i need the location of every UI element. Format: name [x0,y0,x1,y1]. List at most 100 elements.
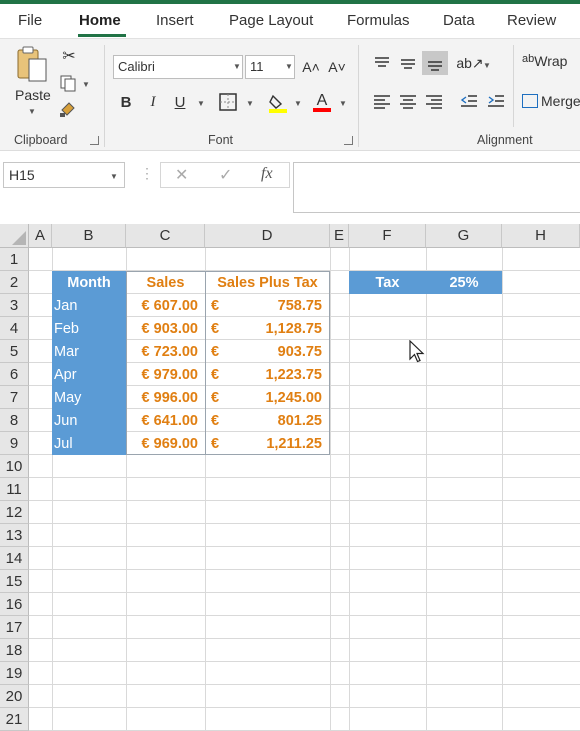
shrink-font-icon[interactable]: A˅ [326,57,348,77]
row-header-20[interactable]: 20 [0,685,29,708]
cell-sales[interactable]: € 641.00 [126,409,205,432]
row-header-3[interactable]: 3 [0,294,29,317]
tab-page-layout[interactable]: Page Layout [229,12,313,29]
align-left-icon[interactable] [372,91,392,111]
row-header-15[interactable]: 15 [0,570,29,593]
row-header-4[interactable]: 4 [0,317,29,340]
font-color-dropdown-icon[interactable]: ▼ [339,99,347,108]
tax-value[interactable]: 25% [426,271,502,294]
orientation-icon[interactable]: ab↗ [456,52,483,74]
row-header-13[interactable]: 13 [0,524,29,547]
column-header-a[interactable]: A [29,224,52,248]
row-header-10[interactable]: 10 [0,455,29,478]
format-painter-icon[interactable] [58,99,78,119]
fill-color-dropdown-icon[interactable]: ▼ [294,99,302,108]
cell-sales-plus-tax[interactable]: 903.75 [225,340,330,363]
copy-icon[interactable] [58,73,78,93]
tab-home[interactable]: Home [79,12,121,29]
options-dots-icon[interactable]: ⋮ [140,165,154,182]
tab-data[interactable]: Data [443,12,475,29]
paste-label[interactable]: Paste [15,87,51,103]
cell-currency-symbol[interactable]: € [205,386,225,409]
cell-currency-symbol[interactable]: € [205,294,225,317]
cell-sales[interactable]: € 607.00 [126,294,205,317]
row-header-8[interactable]: 8 [0,409,29,432]
tab-formulas[interactable]: Formulas [347,12,410,29]
select-all-corner[interactable] [0,224,29,248]
tab-review[interactable]: Review [507,12,556,29]
column-header-e[interactable]: E [330,224,349,248]
align-top-icon[interactable] [372,53,392,73]
name-box-dropdown-icon[interactable]: ▼ [110,172,118,181]
font-color-icon[interactable]: A [310,89,334,115]
table-header-month[interactable]: Month [52,271,126,294]
cell-sales[interactable]: € 723.00 [126,340,205,363]
grow-font-icon[interactable]: A˄ [300,57,322,77]
cell-month[interactable]: May [52,386,126,409]
paste-button[interactable] [14,45,50,85]
row-header-11[interactable]: 11 [0,478,29,501]
cell-month[interactable]: Feb [52,317,126,340]
column-header-h[interactable]: H [502,224,580,248]
copy-dropdown-icon[interactable]: ▼ [82,80,90,89]
cancel-icon[interactable]: ✕ [175,165,188,185]
cell-month[interactable]: Mar [52,340,126,363]
row-header-19[interactable]: 19 [0,662,29,685]
cell-currency-symbol[interactable]: € [205,432,225,455]
cell-sales[interactable]: € 969.00 [126,432,205,455]
table-header-sales-plus-tax[interactable]: Sales Plus Tax [205,271,330,294]
enter-icon[interactable]: ✓ [219,165,232,185]
font-size-dropdown-icon[interactable]: ▼ [285,62,293,71]
borders-icon[interactable] [218,92,238,112]
row-header-14[interactable]: 14 [0,547,29,570]
align-middle-icon[interactable] [398,53,418,73]
row-header-1[interactable]: 1 [0,248,29,271]
align-right-icon[interactable] [424,91,444,111]
row-header-5[interactable]: 5 [0,340,29,363]
cell-currency-symbol[interactable]: € [205,317,225,340]
cell-month[interactable]: Apr [52,363,126,386]
cell-month[interactable]: Jan [52,294,126,317]
wrap-text-button[interactable]: abWrap [522,53,567,69]
cell-sales[interactable]: € 979.00 [126,363,205,386]
column-header-d[interactable]: D [205,224,330,248]
row-header-12[interactable]: 12 [0,501,29,524]
paste-dropdown-icon[interactable]: ▼ [28,107,36,116]
align-center-icon[interactable] [398,91,418,111]
formula-input[interactable] [293,162,580,213]
column-header-c[interactable]: C [126,224,205,248]
tab-insert[interactable]: Insert [156,12,194,29]
cell-sales-plus-tax[interactable]: 801.25 [225,409,330,432]
row-header-6[interactable]: 6 [0,363,29,386]
cell-sales-plus-tax[interactable]: 1,245.00 [225,386,330,409]
cell-currency-symbol[interactable]: € [205,340,225,363]
cell-month[interactable]: Jun [52,409,126,432]
merge-button[interactable]: Merge [522,93,580,109]
cell-sales-plus-tax[interactable]: 1,128.75 [225,317,330,340]
increase-indent-icon[interactable] [486,91,506,111]
cut-icon[interactable]: ✂ [60,47,78,65]
cell-currency-symbol[interactable]: € [205,363,225,386]
cell-sales-plus-tax[interactable]: 1,223.75 [225,363,330,386]
orientation-dropdown-icon[interactable]: ▼ [483,61,491,70]
table-header-sales[interactable]: Sales [126,271,205,294]
insert-function-icon[interactable]: fx [261,165,273,183]
row-header-2[interactable]: 2 [0,271,29,294]
cell-month[interactable]: Jul [52,432,126,455]
row-header-16[interactable]: 16 [0,593,29,616]
font-name-dropdown-icon[interactable]: ▼ [233,62,241,71]
row-header-9[interactable]: 9 [0,432,29,455]
underline-dropdown-icon[interactable]: ▼ [197,99,205,108]
tab-file[interactable]: File [18,12,42,29]
cell-sales-plus-tax[interactable]: 1,211.25 [225,432,330,455]
tax-label[interactable]: Tax [349,271,426,294]
underline-button[interactable]: U [170,91,190,113]
clipboard-launcher-icon[interactable] [90,136,99,145]
align-bottom-icon[interactable] [422,51,448,75]
row-header-18[interactable]: 18 [0,639,29,662]
cell-sales[interactable]: € 903.00 [126,317,205,340]
font-launcher-icon[interactable] [344,136,353,145]
fill-color-icon[interactable] [266,91,290,115]
font-name-select[interactable]: Calibri [113,55,243,79]
cell-sales-plus-tax[interactable]: 758.75 [225,294,330,317]
